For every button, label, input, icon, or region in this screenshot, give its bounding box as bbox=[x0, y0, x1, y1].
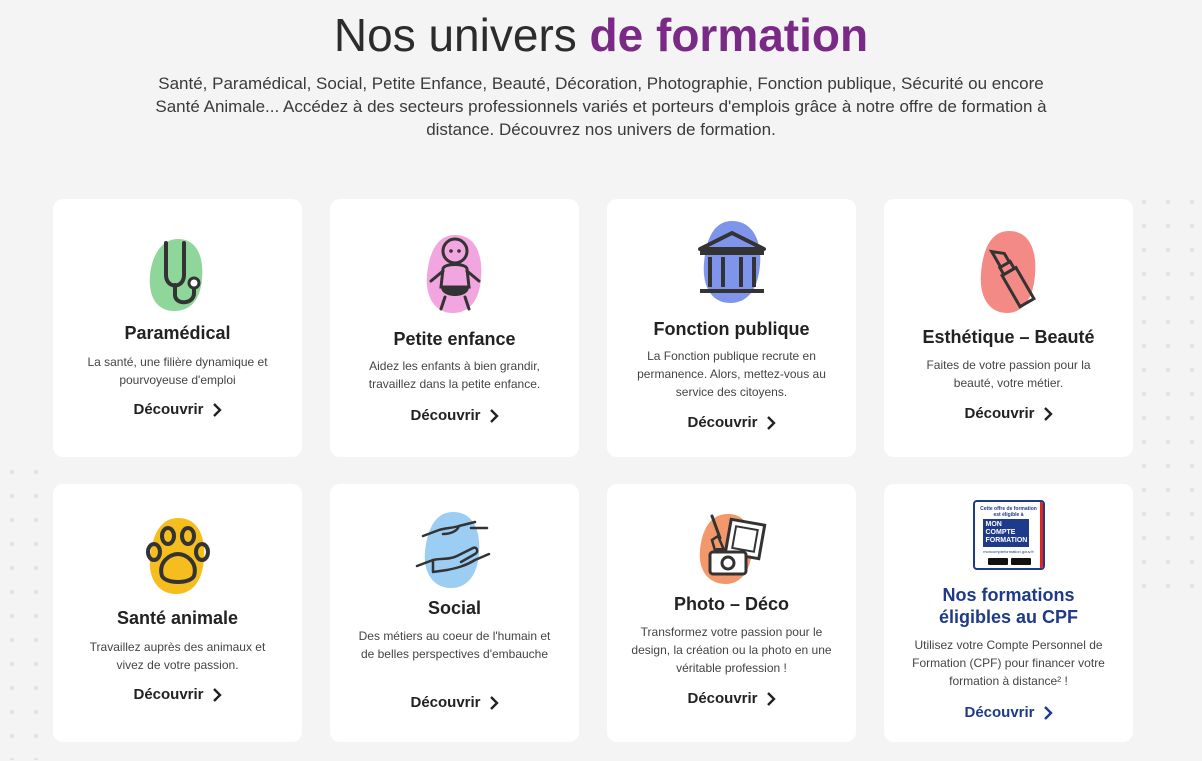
card-title: Paramédical bbox=[124, 323, 231, 343]
chevron-right-icon bbox=[212, 402, 222, 417]
card-description: Faites de votre passion pour la beauté, … bbox=[926, 358, 1091, 390]
page-title: Nos univers de formation bbox=[0, 8, 1202, 62]
card-description: Aidez les enfants à bien grandir, travai… bbox=[368, 359, 541, 391]
flag-stripe bbox=[1039, 502, 1043, 568]
discover-link[interactable]: Découvrir bbox=[330, 694, 579, 711]
chevron-right-icon bbox=[489, 408, 499, 423]
page-subtitle: Santé, Paramédical, Social, Petite Enfan… bbox=[155, 74, 1047, 139]
discover-link[interactable]: Découvrir bbox=[53, 401, 302, 418]
card-description: Travaillez auprès des animaux et vivez d… bbox=[89, 640, 266, 672]
card-photo-deco[interactable]: Photo – Déco Transformez votre passion p… bbox=[607, 484, 856, 742]
cpf-logo-top-text: Cette offre de formation est éligible à bbox=[980, 506, 1037, 518]
stethoscope-icon bbox=[53, 235, 302, 315]
chevron-right-icon bbox=[489, 695, 499, 710]
google-play-badge bbox=[988, 558, 1008, 565]
card-description: Utilisez votre Compte Personnel de Forma… bbox=[912, 638, 1105, 688]
chevron-right-icon bbox=[766, 691, 776, 706]
card-cpf[interactable]: Cette offre de formation est éligible à … bbox=[884, 484, 1133, 742]
cpf-logo-brand: MON COMPTE FORMATION bbox=[982, 519, 1029, 547]
card-title: Nos formations éligibles au CPF bbox=[938, 585, 1079, 627]
card-paramedical[interactable]: Paramédical La santé, une filière dynami… bbox=[53, 199, 302, 457]
cpf-logo-wrap: Cette offre de formation est éligible à … bbox=[884, 500, 1133, 570]
app-store-badges bbox=[987, 558, 1033, 565]
discover-label: Découvrir bbox=[687, 690, 758, 707]
decorative-dots-right bbox=[1132, 190, 1202, 590]
title-accent: de formation bbox=[589, 9, 869, 61]
card-description: Transformez votre passion pour le design… bbox=[631, 625, 832, 675]
government-building-icon bbox=[607, 219, 856, 307]
discover-link[interactable]: Découvrir bbox=[884, 405, 1133, 422]
card-description: La santé, une filière dynamique et pourv… bbox=[87, 355, 268, 387]
discover-label: Découvrir bbox=[964, 405, 1035, 422]
card-title: Photo – Déco bbox=[673, 594, 789, 614]
card-title: Esthétique – Beauté bbox=[922, 327, 1095, 347]
mon-compte-formation-logo: Cette offre de formation est éligible à … bbox=[972, 500, 1045, 570]
camera-paint-icon bbox=[607, 508, 856, 588]
baby-icon bbox=[330, 229, 579, 319]
discover-label: Découvrir bbox=[964, 704, 1035, 721]
lipstick-icon bbox=[884, 227, 1133, 319]
cpf-logo-url: moncompteformation.gouv.fr bbox=[983, 549, 1034, 554]
discover-link[interactable]: Découvrir bbox=[330, 407, 579, 424]
card-title: Fonction publique bbox=[653, 319, 810, 339]
discover-label: Découvrir bbox=[410, 694, 481, 711]
card-title: Santé animale bbox=[116, 608, 239, 628]
discover-label: Découvrir bbox=[133, 686, 204, 703]
card-title: Petite enfance bbox=[393, 329, 516, 349]
discover-link[interactable]: Découvrir bbox=[53, 686, 302, 703]
card-esthetique-beaute[interactable]: Esthétique – Beauté Faites de votre pass… bbox=[884, 199, 1133, 457]
discover-link[interactable]: Découvrir bbox=[607, 414, 856, 431]
decorative-dots-left bbox=[0, 460, 56, 760]
discover-link[interactable]: Découvrir bbox=[607, 690, 856, 707]
card-description: Des métiers au coeur de l'humain et de b… bbox=[358, 629, 551, 661]
helping-hands-icon bbox=[330, 508, 579, 592]
discover-label: Découvrir bbox=[410, 407, 481, 424]
card-title: Social bbox=[427, 598, 482, 618]
discover-label: Découvrir bbox=[687, 414, 758, 431]
card-sante-animale[interactable]: Santé animale Travaillez auprès des anim… bbox=[53, 484, 302, 742]
card-description: La Fonction publique recrute en permanen… bbox=[637, 349, 826, 399]
discover-label: Découvrir bbox=[133, 401, 204, 418]
app-store-badge bbox=[1011, 558, 1031, 565]
paw-icon bbox=[53, 514, 302, 598]
chevron-right-icon bbox=[1043, 406, 1053, 421]
card-petite-enfance[interactable]: Petite enfance Aidez les enfants à bien … bbox=[330, 199, 579, 457]
title-plain: Nos univers bbox=[333, 9, 590, 61]
chevron-right-icon bbox=[766, 415, 776, 430]
card-fonction-publique[interactable]: Fonction publique La Fonction publique r… bbox=[607, 199, 856, 457]
discover-link[interactable]: Découvrir bbox=[884, 704, 1133, 721]
chevron-right-icon bbox=[1043, 705, 1053, 720]
card-social[interactable]: Social Des métiers au coeur de l'humain … bbox=[330, 484, 579, 742]
chevron-right-icon bbox=[212, 687, 222, 702]
